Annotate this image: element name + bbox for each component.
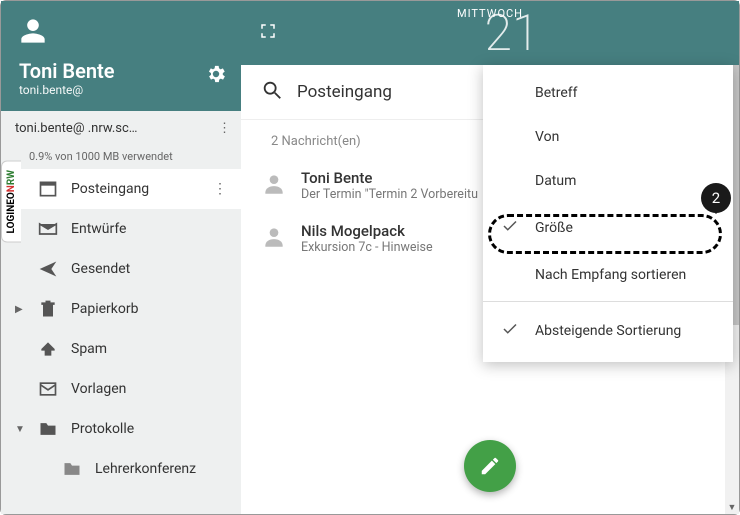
main-panel: MITTWOCH 21 Posteingang 2 Nachricht(en) … [241, 1, 739, 514]
sidebar: Toni Bente toni.bente@ toni.bente@ .nrw.… [1, 1, 241, 514]
sort-menu: Betreff Von Datum Größe Nach Empfang sor… [483, 65, 733, 362]
sort-received[interactable]: Nach Empfang sortieren [483, 253, 733, 297]
tutorial-step-badge: 2 [701, 183, 731, 213]
chevron-right-icon[interactable]: ▶ [15, 304, 25, 315]
check-icon [501, 217, 519, 239]
folder-icon [61, 459, 83, 479]
folder-list: Posteingang ⋮ Entwürfe Gesendet ▶ Papier… [1, 169, 241, 514]
message-from: Toni Bente [301, 169, 478, 187]
mail-icon [37, 379, 59, 399]
folder-icon [37, 419, 59, 439]
inbox-icon [37, 179, 59, 199]
sort-subject[interactable]: Betreff [483, 71, 733, 115]
more-vert-icon[interactable]: ⋮ [209, 181, 231, 197]
topbar: MITTWOCH 21 [241, 1, 739, 65]
message-subject: Der Termin "Termin 2 Vorbereitu [301, 187, 478, 202]
sort-descending[interactable]: Absteigende Sortierung [483, 306, 733, 356]
fullscreen-button[interactable] [259, 22, 277, 44]
profile-header: Toni Bente toni.bente@ [1, 1, 241, 111]
profile-name: Toni Bente [19, 59, 223, 83]
folder-templates[interactable]: Vorlagen [1, 369, 241, 409]
brand-tab[interactable]: LOGINEONRW [1, 161, 21, 243]
message-subject: Exkursion 7c - Hinweise [301, 240, 433, 255]
person-icon [261, 169, 287, 201]
folder-lehrerkonferenz[interactable]: Lehrerkonferenz [1, 449, 241, 489]
menu-divider [483, 301, 733, 302]
search-icon[interactable] [261, 79, 283, 105]
folder-protocols[interactable]: ▼ Protokolle [1, 409, 241, 449]
sent-icon [37, 259, 59, 279]
more-vert-icon[interactable]: ⋮ [218, 121, 231, 136]
chevron-down-icon[interactable]: ▼ [15, 424, 25, 435]
drafts-icon [37, 219, 59, 239]
settings-button[interactable] [205, 63, 227, 89]
sort-size[interactable]: Größe [483, 203, 733, 253]
folder-trash[interactable]: ▶ Papierkorb [1, 289, 241, 329]
folder-inbox[interactable]: Posteingang ⋮ [1, 169, 241, 209]
folder-drafts[interactable]: Entwürfe [1, 209, 241, 249]
compose-button[interactable] [464, 440, 516, 492]
account-selector[interactable]: toni.bente@ .nrw.sc… ⋮ [1, 111, 241, 146]
trash-icon [37, 299, 59, 319]
folder-spam[interactable]: Spam [1, 329, 241, 369]
folder-sent[interactable]: Gesendet [1, 249, 241, 289]
sort-from[interactable]: Von [483, 115, 733, 159]
account-label: toni.bente@ .nrw.sc… [15, 121, 218, 136]
sort-date[interactable]: Datum [483, 159, 733, 203]
day-number: 21 [484, 5, 539, 63]
profile-email: toni.bente@ [19, 83, 223, 97]
message-from: Nils Mogelpack [301, 222, 433, 240]
scroll-down-icon[interactable]: ▼ [725, 500, 739, 514]
storage-text: 0.9% von 1000 MB verwendet [1, 146, 241, 169]
avatar-icon [19, 17, 223, 49]
person-icon [261, 222, 287, 254]
check-icon [501, 320, 519, 342]
spam-icon [37, 339, 59, 359]
